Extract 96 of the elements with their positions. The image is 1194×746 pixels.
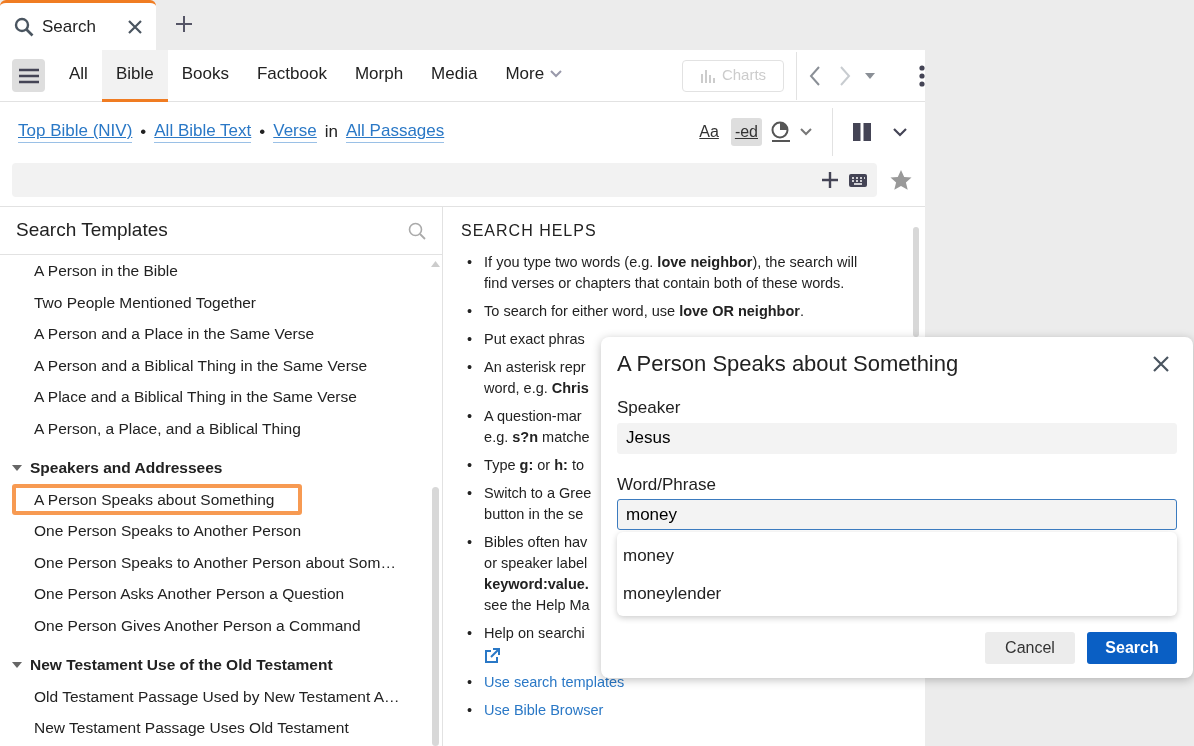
help-text: Put exact phras bbox=[484, 330, 585, 350]
field-label: Word/Phrase bbox=[617, 473, 717, 496]
menu-button[interactable] bbox=[12, 59, 45, 92]
list-item[interactable]: A Person, a Place, and a Biblical Thing bbox=[12, 412, 418, 444]
list-item[interactable]: Two People Mentioned Together bbox=[12, 286, 418, 318]
help-text: To search for either word, use love OR neighbor. bbox=[484, 302, 804, 322]
help-text: Help on searchi bbox=[484, 624, 585, 644]
list-item[interactable]: Old Testament Passage Used by New Testament A… bbox=[12, 680, 418, 712]
nav-tab[interactable]: Morph bbox=[340, 49, 418, 102]
help-text: see the Help Ma bbox=[484, 596, 590, 616]
suggestion-item[interactable]: moneylender bbox=[617, 574, 1177, 613]
help-text: An asterisk repr bbox=[484, 358, 586, 378]
separator: • bbox=[140, 121, 147, 144]
link[interactable]: Verse bbox=[273, 121, 317, 143]
list-item[interactable]: One Person Speaks to Another Person bbox=[12, 515, 418, 547]
search-icon bbox=[14, 16, 34, 37]
nav-tab[interactable]: All bbox=[55, 49, 102, 102]
keyboard-icon[interactable] bbox=[849, 173, 867, 187]
help-text: A question-mar bbox=[484, 407, 582, 427]
list-item[interactable]: A Person in the Bible bbox=[12, 255, 418, 287]
nav-tab[interactable]: Media bbox=[417, 49, 492, 102]
scrollbar-thumb[interactable] bbox=[913, 227, 919, 337]
bullet: • bbox=[467, 673, 473, 693]
input-field[interactable]: Jesus bbox=[617, 422, 1177, 454]
help-text: Bibles often hav bbox=[484, 533, 588, 553]
bullet: • bbox=[467, 624, 473, 644]
input-field[interactable]: money bbox=[617, 499, 1177, 531]
nav-tab[interactable]: Books bbox=[167, 49, 243, 102]
pie-chart-icon[interactable] bbox=[770, 121, 792, 143]
chevron-down-icon[interactable] bbox=[800, 128, 812, 136]
menu-icon[interactable] bbox=[18, 67, 39, 84]
external-link-icon[interactable] bbox=[484, 647, 501, 664]
help-text: or speaker label bbox=[484, 554, 588, 574]
link[interactable]: Use Bible Browser bbox=[484, 700, 604, 722]
scrollbar-thumb[interactable] bbox=[431, 487, 439, 746]
list-item[interactable]: One Person Gives Another Person a Command bbox=[12, 609, 418, 641]
link[interactable]: All Bible Text bbox=[154, 121, 252, 143]
list-item[interactable]: A Person Speaks about Something bbox=[12, 483, 302, 515]
text: in bbox=[324, 121, 338, 144]
list-item[interactable]: A Person and a Place in the Same Verse bbox=[12, 318, 418, 350]
more-options-icon[interactable] bbox=[919, 64, 925, 87]
cancel-button[interactable]: Cancel bbox=[985, 632, 1075, 665]
bullet: • bbox=[467, 302, 473, 322]
help-text: word, e.g. Chris bbox=[484, 379, 589, 399]
plus-icon[interactable] bbox=[175, 15, 193, 33]
caret-icon[interactable] bbox=[865, 72, 875, 79]
view-toggle[interactable]: -ed bbox=[730, 118, 762, 146]
search-tab[interactable]: Search bbox=[0, 0, 156, 50]
bar-chart-icon bbox=[699, 68, 716, 83]
bullet: • bbox=[467, 701, 473, 721]
list-item[interactable]: A Person and a Biblical Thing in the Same Verse bbox=[12, 349, 418, 381]
help-text: keyword:value. bbox=[484, 575, 589, 595]
bullet: • bbox=[467, 484, 473, 504]
columns-icon[interactable] bbox=[853, 123, 871, 141]
close-icon[interactable] bbox=[1153, 356, 1169, 373]
suggestion-item[interactable]: money bbox=[617, 536, 1177, 575]
field-label: Speaker bbox=[617, 397, 682, 420]
collapse-icon[interactable] bbox=[12, 464, 22, 471]
back-icon[interactable] bbox=[809, 65, 821, 86]
bullet: • bbox=[467, 253, 473, 273]
chevron-down-icon[interactable] bbox=[893, 127, 907, 137]
section-heading: SEARCH HELPS bbox=[461, 221, 598, 241]
bullet: • bbox=[467, 456, 473, 476]
help-text: Type g: or h: to bbox=[484, 456, 584, 476]
nav-tab[interactable]: Bible bbox=[101, 49, 168, 102]
dialog-title: A Person Speaks about Something bbox=[617, 351, 959, 378]
search-button[interactable]: Search bbox=[1087, 632, 1177, 665]
link[interactable]: All Passages bbox=[345, 121, 445, 143]
help-text: e.g. s?n matche bbox=[484, 428, 590, 448]
help-text: Switch to a Gree bbox=[484, 484, 592, 504]
list-item[interactable]: New Testament Passage Uses Old Testament bbox=[12, 712, 418, 744]
link[interactable]: Use search templates bbox=[484, 672, 625, 694]
help-text: find verses or chapters that contain both of these words. bbox=[484, 274, 845, 294]
caret-icon[interactable] bbox=[550, 70, 563, 78]
plus-icon[interactable] bbox=[821, 171, 839, 189]
group-heading[interactable]: New Testament Use of the Old Testament bbox=[30, 653, 333, 677]
bullet: • bbox=[467, 330, 473, 350]
bullet: • bbox=[467, 533, 473, 553]
panel-title: Search Templates bbox=[16, 219, 168, 242]
collapse-icon[interactable] bbox=[12, 661, 22, 668]
search-field[interactable] bbox=[12, 163, 877, 197]
list-item[interactable]: One Person Speaks to Another Person about Som… bbox=[12, 546, 418, 578]
close-icon[interactable] bbox=[128, 19, 142, 34]
separator: • bbox=[259, 121, 266, 144]
help-text: If you type two words (e.g. love neighbor), the search will bbox=[484, 253, 858, 273]
help-text: button in the se bbox=[484, 505, 584, 525]
more-menu[interactable]: More bbox=[491, 49, 577, 102]
link[interactable]: Top Bible (NIV) bbox=[18, 121, 133, 143]
nav-tab[interactable]: Factbook bbox=[242, 49, 341, 102]
bullet: • bbox=[467, 407, 473, 427]
star-icon[interactable] bbox=[889, 169, 913, 191]
list-item[interactable]: A Place and a Biblical Thing in the Same Verse bbox=[12, 381, 418, 413]
bullet: • bbox=[467, 358, 473, 378]
view-toggle[interactable]: Aa bbox=[695, 118, 723, 146]
group-heading[interactable]: Speakers and Addressees bbox=[30, 456, 223, 480]
list-item[interactable]: One Person Asks Another Person a Question bbox=[12, 578, 418, 610]
